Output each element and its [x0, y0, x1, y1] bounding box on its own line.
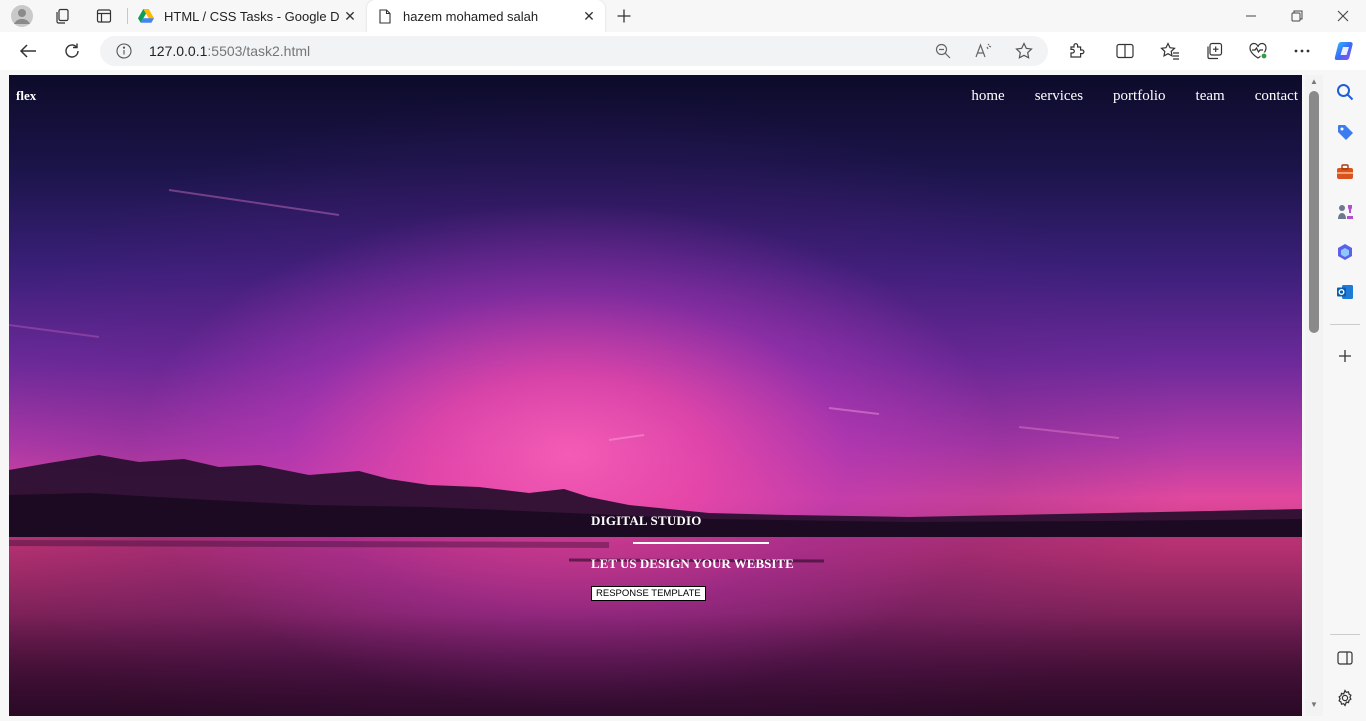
scroll-down-arrow-icon[interactable]: ▼: [1309, 700, 1319, 710]
new-tab-icon[interactable]: [610, 4, 638, 28]
favorite-star-icon[interactable]: [1013, 41, 1035, 61]
response-template-button[interactable]: RESPONSE TEMPLATE: [591, 586, 706, 601]
sidebar-divider: [1330, 324, 1360, 325]
split-screen-icon[interactable]: [1110, 37, 1140, 65]
tab-title: hazem mohamed salah: [403, 8, 539, 24]
microsoft-365-icon[interactable]: [1334, 241, 1356, 263]
main-nav: home services portfolio team contact: [971, 88, 1298, 105]
background-landscape: [9, 189, 1302, 716]
tools-briefcase-icon[interactable]: [1334, 161, 1356, 183]
google-drive-icon: [138, 8, 154, 24]
close-window-icon[interactable]: [1320, 0, 1366, 32]
games-chess-icon[interactable]: [1334, 201, 1356, 223]
add-sidebar-app-icon[interactable]: [1334, 345, 1356, 367]
address-bar[interactable]: 127.0.0.1:5503/task2.html: [100, 36, 1048, 66]
edge-sidebar: [1324, 70, 1366, 721]
site-logo[interactable]: flex: [16, 88, 36, 104]
search-icon[interactable]: [1334, 81, 1356, 103]
more-menu-icon[interactable]: [1287, 37, 1317, 65]
url-text[interactable]: 127.0.0.1:5503/task2.html: [149, 43, 310, 59]
hero-section: DIGITAL STUDIO LET US DESIGN YOUR WEBSIT…: [591, 513, 794, 601]
hero-subtitle: LET US DESIGN YOUR WEBSITE: [591, 556, 794, 571]
tab-title: HTML / CSS Tasks - Google Drive: [164, 8, 340, 24]
page-viewport: flex home services portfolio team contac…: [9, 75, 1302, 716]
hide-sidebar-icon[interactable]: [1334, 647, 1356, 669]
file-icon: [377, 8, 393, 24]
favorites-icon[interactable]: [1155, 37, 1185, 65]
nav-home[interactable]: home: [971, 88, 1004, 105]
refresh-icon[interactable]: [57, 37, 87, 65]
tab-strip: HTML / CSS Tasks - Google Drive ✕ hazem …: [0, 0, 1366, 32]
nav-portfolio[interactable]: portfolio: [1113, 88, 1166, 105]
close-tab-icon[interactable]: ✕: [340, 6, 360, 26]
scroll-up-arrow-icon[interactable]: ▲: [1309, 77, 1319, 87]
collections-icon[interactable]: [48, 4, 76, 28]
minimize-icon[interactable]: [1228, 0, 1274, 32]
profile-icon[interactable]: [8, 4, 36, 28]
browser-essentials-icon[interactable]: [1243, 37, 1273, 65]
outlook-icon[interactable]: [1334, 281, 1356, 303]
hero-title: DIGITAL STUDIO: [591, 513, 702, 528]
close-tab-icon[interactable]: ✕: [579, 6, 599, 26]
page-scrollbar[interactable]: ▲ ▼: [1305, 75, 1323, 716]
nav-services[interactable]: services: [1035, 88, 1083, 105]
collections-toolbar-icon[interactable]: [1199, 37, 1229, 65]
tab-hazem[interactable]: hazem mohamed salah ✕: [367, 0, 605, 32]
info-icon[interactable]: [116, 43, 132, 64]
shopping-tag-icon[interactable]: [1334, 121, 1356, 143]
nav-contact[interactable]: contact: [1255, 88, 1298, 105]
settings-gear-icon[interactable]: [1334, 687, 1356, 709]
extensions-icon[interactable]: [1062, 37, 1092, 65]
hero-divider: [633, 542, 769, 544]
scroll-thumb[interactable]: [1309, 91, 1319, 333]
tab-google-drive[interactable]: HTML / CSS Tasks - Google Drive ✕: [128, 0, 366, 32]
nav-team[interactable]: team: [1196, 88, 1225, 105]
browser-toolbar: 127.0.0.1:5503/task2.html: [0, 32, 1366, 70]
back-icon[interactable]: [13, 37, 43, 65]
read-aloud-icon[interactable]: [973, 41, 995, 61]
zoom-out-icon[interactable]: [932, 41, 954, 61]
restore-icon[interactable]: [1274, 0, 1320, 32]
sidebar-divider: [1330, 634, 1360, 635]
copilot-icon[interactable]: [1330, 37, 1360, 65]
tab-actions-icon[interactable]: [90, 4, 118, 28]
